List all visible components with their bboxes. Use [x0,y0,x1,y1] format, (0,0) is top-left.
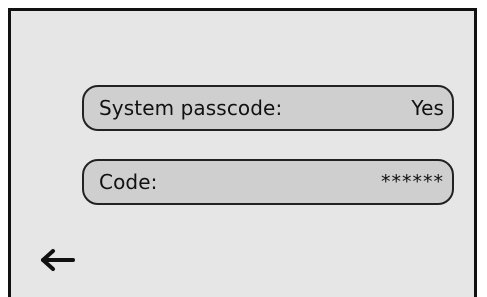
device-screen: System passcode: Yes Code: ****** [8,8,477,297]
arrow-left-icon [37,247,77,273]
code-label: Code: [99,170,158,194]
code-setting[interactable]: Code: ****** [82,159,454,205]
system-passcode-setting[interactable]: System passcode: Yes [82,85,454,131]
code-value: ****** [381,171,444,193]
system-passcode-value: Yes [411,96,444,120]
back-button[interactable] [37,247,77,273]
system-passcode-label: System passcode: [99,96,283,120]
